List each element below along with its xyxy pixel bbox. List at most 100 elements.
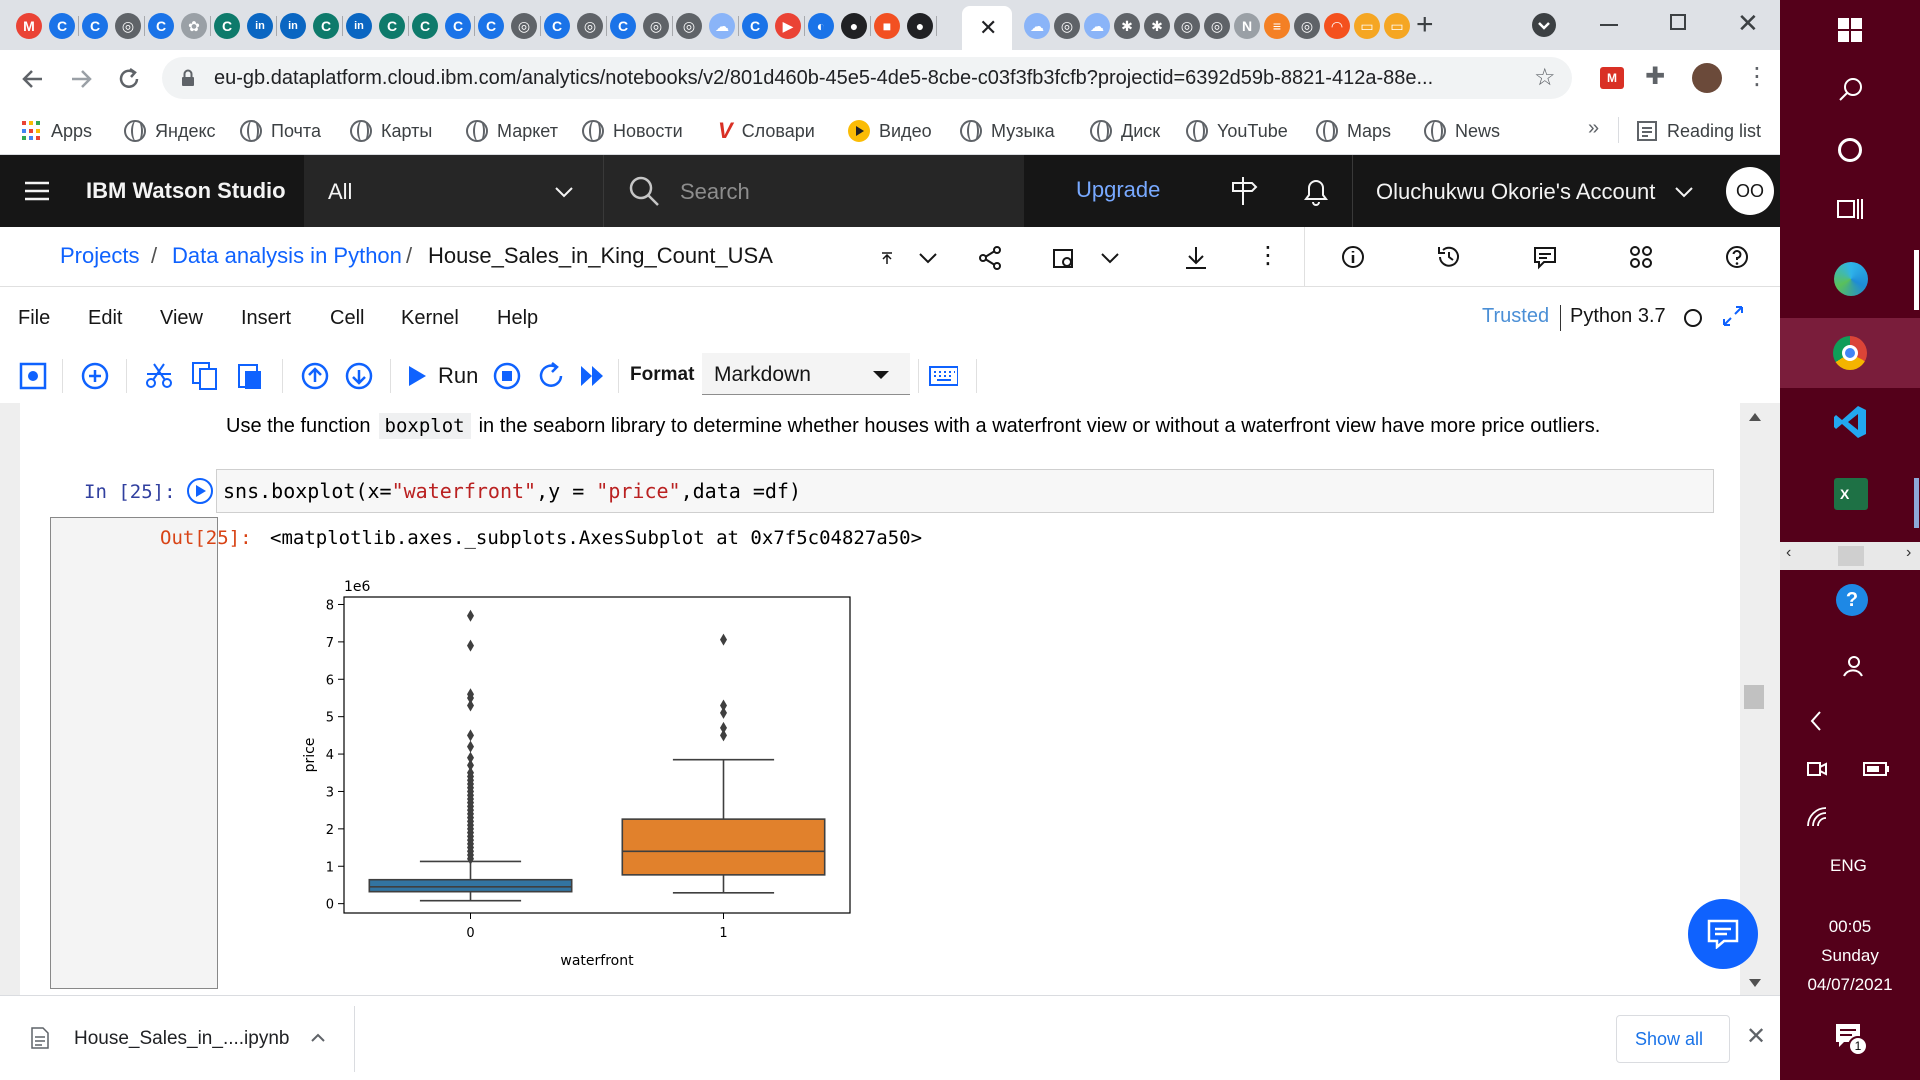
search-icon[interactable] — [1838, 76, 1864, 102]
move-down-icon[interactable] — [344, 361, 374, 391]
chevron-down-icon[interactable] — [1100, 251, 1120, 265]
extension-icon[interactable]: M — [1600, 67, 1624, 89]
tray-scroll-left-icon[interactable]: ‹ — [1786, 544, 1791, 562]
bookmark-item[interactable]: Видео — [848, 119, 932, 143]
cortana-icon[interactable] — [1838, 138, 1862, 162]
battery-icon[interactable] — [1862, 760, 1890, 778]
task-view-icon[interactable] — [1836, 196, 1864, 222]
close-downloads-icon[interactable]: ✕ — [1746, 1022, 1766, 1051]
tab-favicon[interactable]: ✱ — [1114, 13, 1140, 39]
tab-favicon[interactable]: C — [49, 13, 75, 39]
tab-favicon[interactable]: in — [280, 13, 306, 39]
stop-icon[interactable] — [492, 361, 522, 391]
language-indicator[interactable]: ENG — [1830, 856, 1867, 876]
apps-icon[interactable] — [1628, 244, 1654, 270]
tab-favicon[interactable]: ▭ — [1354, 13, 1380, 39]
keyboard-icon[interactable] — [928, 363, 958, 393]
tab-favicon[interactable]: ◎ — [115, 13, 141, 39]
url-text[interactable]: eu-gb.dataplatform.cloud.ibm.com/analyti… — [214, 67, 1433, 90]
tab-favicon[interactable]: ◎ — [577, 13, 603, 39]
move-up-icon[interactable] — [300, 361, 330, 391]
tab-favicon[interactable]: C — [544, 13, 570, 39]
tab-favicon[interactable]: ◐ — [808, 13, 834, 39]
code-cell-input[interactable]: sns.boxplot(x="waterfront",y = "price",d… — [216, 469, 1714, 513]
new-tab-icon[interactable]: + — [1416, 8, 1434, 42]
chevron-left-icon[interactable] — [1808, 710, 1824, 732]
download-icon[interactable] — [1184, 245, 1208, 271]
reading-list-button[interactable]: Reading list — [1636, 119, 1761, 143]
show-all-button[interactable]: Show all — [1616, 1015, 1730, 1063]
bookmark-item[interactable]: Новости — [582, 119, 683, 143]
share-icon[interactable] — [978, 245, 1002, 271]
restart-icon[interactable] — [536, 361, 566, 391]
bookmarks-more[interactable]: » — [1588, 117, 1599, 140]
expand-icon[interactable] — [1720, 303, 1746, 329]
account-switcher[interactable]: Oluchukwu Okorie's Account — [1352, 155, 1716, 227]
search-box[interactable]: Search — [604, 155, 1024, 227]
tab-favicon[interactable]: ✱ — [1144, 13, 1170, 39]
tab-favicon[interactable]: N — [1234, 13, 1260, 39]
history-icon[interactable] — [1436, 244, 1462, 270]
run-button[interactable]: Run — [406, 359, 478, 393]
tab-favicon[interactable]: ▭ — [1384, 13, 1410, 39]
tab-favicon[interactable]: ▶ — [775, 13, 801, 39]
tab-favicon[interactable]: ◎ — [643, 13, 669, 39]
download-filename[interactable]: House_Sales_in_....ipynb — [74, 1028, 289, 1050]
tab-favicon[interactable]: ✿ — [181, 13, 207, 39]
avatar[interactable]: OO — [1726, 167, 1774, 215]
tab-favicon[interactable]: ◎ — [511, 13, 537, 39]
tab-favicon[interactable]: ■ — [874, 13, 900, 39]
cell-format-select[interactable]: Markdown — [702, 353, 910, 395]
tab-favicon[interactable]: ☁ — [1084, 13, 1110, 39]
signpost-icon[interactable] — [1228, 175, 1258, 207]
tray-scrollbar[interactable]: ‹ › — [1780, 542, 1920, 570]
bookmark-item[interactable]: Почта — [240, 119, 321, 143]
meet-now-icon[interactable] — [1806, 758, 1828, 780]
tab-favicon[interactable]: ◎ — [1054, 13, 1080, 39]
address-bar[interactable]: eu-gb.dataplatform.cloud.ibm.com/analyti… — [162, 57, 1572, 99]
tab-favicon[interactable]: ◎ — [676, 13, 702, 39]
bookmark-star-icon[interactable]: ☆ — [1534, 63, 1556, 92]
brand-title[interactable]: IBM Watson Studio — [86, 178, 286, 204]
scroll-down-icon[interactable] — [1748, 977, 1762, 989]
scrollbar-thumb[interactable] — [1744, 685, 1764, 709]
notification-bell-icon[interactable] — [1302, 175, 1330, 207]
bookmark-item[interactable]: Яндекс — [124, 119, 216, 143]
upgrade-link[interactable]: Upgrade — [1076, 177, 1160, 203]
restore-icon[interactable] — [1670, 14, 1686, 30]
tab-favicon[interactable]: ◎ — [1174, 13, 1200, 39]
minimize-icon[interactable] — [1600, 24, 1618, 26]
run-all-icon[interactable] — [578, 361, 608, 391]
chevron-up-icon[interactable] — [310, 1032, 326, 1042]
bookmark-item[interactable]: YouTube — [1186, 119, 1288, 143]
people-icon[interactable] — [1840, 654, 1864, 678]
overflow-menu-icon[interactable]: ⋮ — [1256, 241, 1280, 270]
tray-scroll-right-icon[interactable]: › — [1906, 544, 1911, 562]
chrome-menu-icon[interactable]: ⋮ — [1745, 62, 1769, 91]
help-icon[interactable] — [1724, 244, 1750, 270]
chat-button[interactable] — [1688, 899, 1758, 969]
tab-favicon[interactable]: C — [313, 13, 339, 39]
tab-favicon[interactable]: C — [214, 13, 240, 39]
tab-favicon[interactable]: ◎ — [1294, 13, 1320, 39]
close-tab-icon[interactable]: ✕ — [979, 15, 997, 41]
tab-favicon[interactable]: C — [478, 13, 504, 39]
help-tray-icon[interactable]: ? — [1836, 584, 1868, 616]
bookmark-item[interactable]: News — [1424, 119, 1500, 143]
extensions-puzzle-icon[interactable]: ✚ — [1645, 62, 1665, 91]
trusted-indicator[interactable]: Trusted — [1482, 305, 1549, 328]
active-tab[interactable]: ✕ — [962, 6, 1012, 50]
bookmark-item[interactable]: Карты — [350, 119, 432, 143]
tab-favicon[interactable]: C — [82, 13, 108, 39]
menu-help[interactable]: Help — [497, 307, 538, 330]
comment-icon[interactable] — [1532, 244, 1558, 270]
cut-icon[interactable] — [144, 361, 174, 391]
profile-avatar[interactable] — [1692, 63, 1722, 93]
tab-favicon[interactable]: ● — [907, 13, 933, 39]
tab-favicon[interactable]: in — [346, 13, 372, 39]
scope-dropdown[interactable]: All — [304, 155, 604, 227]
chevron-down-icon[interactable] — [918, 251, 938, 265]
bookmark-item[interactable]: Диск — [1090, 119, 1160, 143]
breadcrumb-project[interactable]: Data analysis in Python — [172, 243, 402, 269]
insert-cell-icon[interactable] — [80, 361, 110, 391]
